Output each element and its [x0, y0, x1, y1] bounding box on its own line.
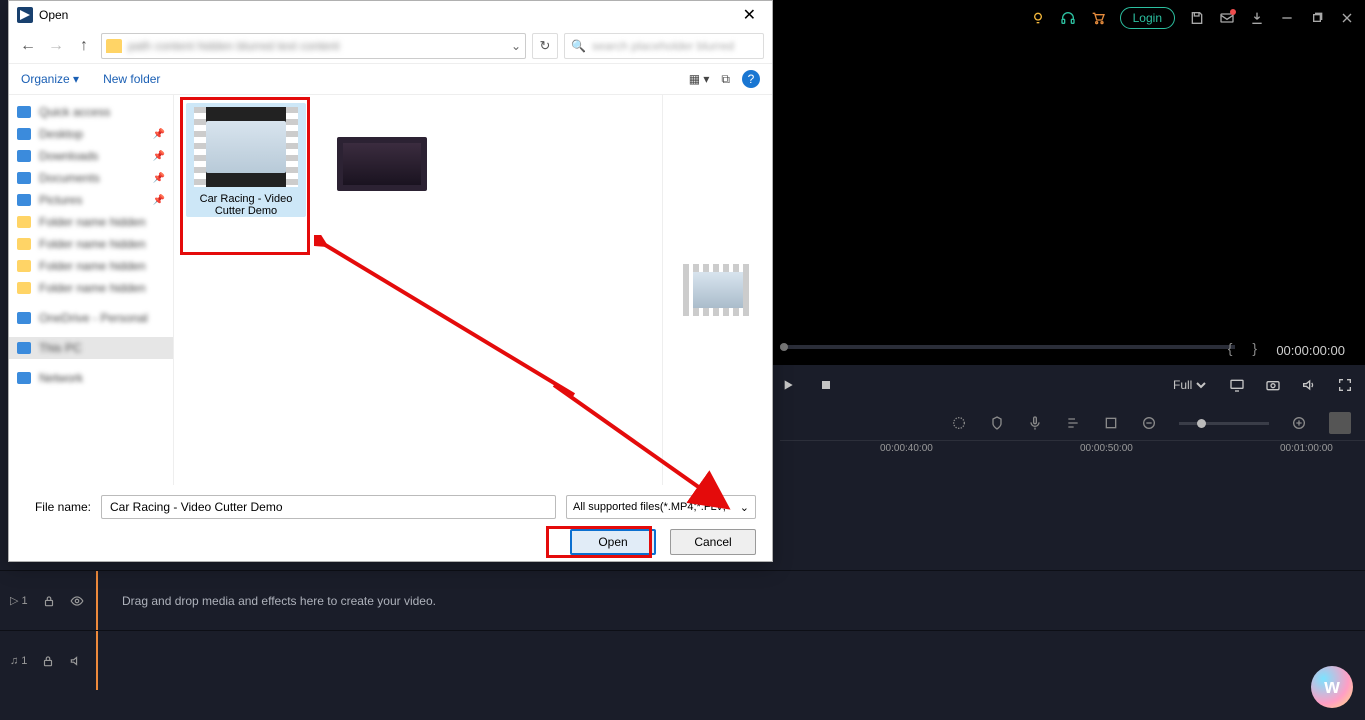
cart-icon[interactable]	[1090, 10, 1106, 26]
search-icon: 🔍	[571, 39, 586, 53]
ruler-mark: 00:00:40:00	[880, 443, 933, 454]
zoom-slider[interactable]	[1179, 422, 1269, 425]
headset-icon[interactable]	[1060, 10, 1076, 26]
login-button[interactable]: Login	[1120, 7, 1175, 29]
annotation-box	[180, 97, 310, 255]
address-bar[interactable]: path content hidden blurred text content…	[101, 33, 526, 59]
ruler-mark: 00:00:50:00	[1080, 443, 1133, 454]
sidebar-item-network[interactable]: Network	[9, 367, 173, 389]
close-icon[interactable]: ✕	[735, 5, 764, 25]
camera-icon[interactable]	[1265, 377, 1281, 393]
minimize-icon[interactable]	[1279, 10, 1295, 26]
open-dialog: Open ✕ ← → ↑ path content hidden blurred…	[8, 0, 773, 562]
save-icon[interactable]	[1189, 10, 1205, 26]
sidebar-item[interactable]: Documents📌	[9, 167, 173, 189]
app-small-icon	[17, 7, 33, 23]
video-track-body[interactable]: Drag and drop media and effects here to …	[98, 594, 1365, 608]
zoom-in-icon[interactable]	[1291, 415, 1307, 431]
sidebar-item[interactable]: Pictures📌	[9, 189, 173, 211]
time-ruler[interactable]: 00:00:40:00 00:00:50:00 00:01:00:00	[780, 440, 1365, 472]
speed-icon[interactable]	[951, 415, 967, 431]
mail-icon[interactable]	[1219, 10, 1235, 26]
lightbulb-icon[interactable]	[1030, 10, 1046, 26]
timeline: ▷ 1 Drag and drop media and effects here…	[0, 570, 1365, 720]
sidebar-item-folder[interactable]: Folder name hidden	[9, 211, 173, 233]
ruler-mark: 00:01:00:00	[1280, 443, 1333, 454]
preview-timecode: 00:00:00:00	[1276, 343, 1345, 358]
download-icon[interactable]	[1249, 10, 1265, 26]
annotation-box	[546, 526, 652, 558]
lock-icon[interactable]	[41, 654, 55, 668]
dialog-toolbar: Organize ▾ New folder ▦ ▾ ⧉ ?	[9, 63, 772, 95]
filename-label: File name:	[25, 500, 91, 514]
sidebar-item-folder[interactable]: Folder name hidden	[9, 255, 173, 277]
audio-track-gutter: ♫ 1	[0, 631, 98, 690]
preview-controls: Full	[780, 370, 1353, 400]
track-label: ♫ 1	[10, 655, 27, 667]
sidebar-item[interactable]: Downloads📌	[9, 145, 173, 167]
volume-icon[interactable]	[1301, 377, 1317, 393]
dialog-title: Open	[39, 8, 68, 22]
organize-menu[interactable]: Organize ▾	[21, 72, 79, 86]
preview-pane	[662, 95, 772, 485]
sidebar-item-folder[interactable]: Folder name hidden	[9, 233, 173, 255]
crop-icon[interactable]	[1103, 415, 1119, 431]
up-icon[interactable]: ↑	[73, 35, 95, 57]
speaker-icon[interactable]	[69, 654, 83, 668]
new-folder-button[interactable]: New folder	[103, 72, 160, 86]
preview-pane-icon[interactable]: ⧉	[721, 72, 730, 87]
forward-icon[interactable]: →	[45, 35, 67, 57]
search-input[interactable]: 🔍 search placeholder blurred	[564, 33, 764, 59]
app-topbar: Login	[1030, 0, 1365, 36]
chevron-down-icon: ⌄	[740, 501, 749, 514]
back-icon[interactable]: ←	[17, 35, 39, 57]
filename-input[interactable]	[101, 495, 556, 519]
filetype-select[interactable]: All supported files(*.MP4;*.FLV;⌄	[566, 495, 756, 519]
chevron-down-icon[interactable]: ⌄	[511, 39, 521, 53]
eye-icon[interactable]	[70, 594, 84, 608]
cancel-button[interactable]: Cancel	[670, 529, 756, 555]
sidebar-item-onedrive[interactable]: OneDrive - Personal	[9, 307, 173, 329]
timeline-toolbar	[780, 408, 1351, 438]
close-icon[interactable]	[1339, 10, 1355, 26]
video-preview	[773, 0, 1365, 365]
dialog-sidebar: Quick access Desktop📌 Downloads📌 Documen…	[9, 95, 174, 485]
refresh-icon[interactable]: ↻	[532, 33, 558, 59]
restore-icon[interactable]	[1309, 10, 1325, 26]
view-mode-icon[interactable]: ▦ ▾	[689, 72, 710, 86]
sidebar-item-thispc[interactable]: This PC	[9, 337, 173, 359]
file-list[interactable]: Car Racing - Video Cutter Demo	[174, 95, 662, 485]
audio-track[interactable]: ♫ 1	[0, 630, 1365, 690]
stop-icon[interactable]	[818, 377, 834, 393]
seek-bar[interactable]	[780, 345, 1235, 349]
sidebar-item[interactable]: Desktop📌	[9, 123, 173, 145]
video-track-gutter: ▷ 1	[0, 571, 98, 630]
folder-icon	[106, 39, 122, 53]
fullscreen-icon[interactable]	[1337, 377, 1353, 393]
sidebar-item-quick[interactable]: Quick access	[9, 101, 173, 123]
dialog-nav: ← → ↑ path content hidden blurred text c…	[9, 29, 772, 63]
help-icon[interactable]: ?	[742, 70, 760, 88]
in-out-brackets: { }	[1228, 340, 1265, 356]
mic-icon[interactable]	[1027, 415, 1043, 431]
annotation-arrow	[314, 235, 594, 405]
marker-icon[interactable]	[989, 415, 1005, 431]
sidebar-item-folder[interactable]: Folder name hidden	[9, 277, 173, 299]
lock-icon[interactable]	[42, 594, 56, 608]
track-label: ▷ 1	[10, 594, 28, 607]
fit-icon[interactable]	[1329, 412, 1351, 434]
dialog-footer: File name: All supported files(*.MP4;*.F…	[9, 485, 772, 563]
display-icon[interactable]	[1229, 377, 1245, 393]
file-item[interactable]	[322, 137, 442, 197]
app-logo: w	[1311, 666, 1353, 708]
play-icon[interactable]	[780, 377, 796, 393]
dialog-titlebar: Open ✕	[9, 1, 772, 29]
zoom-out-icon[interactable]	[1141, 415, 1157, 431]
zoom-select[interactable]: Full	[1169, 377, 1209, 393]
audio-mixer-icon[interactable]	[1065, 415, 1081, 431]
video-track[interactable]: ▷ 1 Drag and drop media and effects here…	[0, 570, 1365, 630]
